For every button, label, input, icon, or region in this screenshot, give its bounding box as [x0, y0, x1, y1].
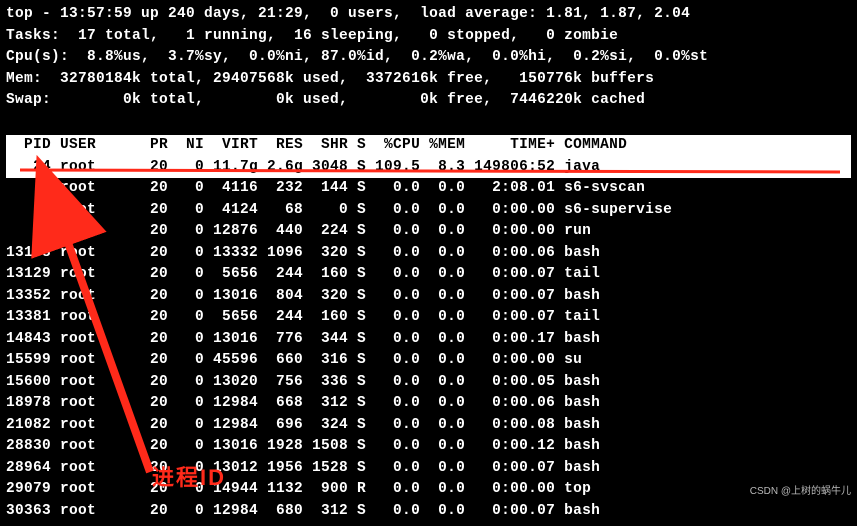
mem-summary-line: Mem: 32780184k total, 29407568k used, 33… [6, 69, 851, 91]
process-row: 28964 root 20 0 13012 1956 1528 S 0.0 0.… [6, 458, 851, 480]
process-row: 21082 root 20 0 12984 696 324 S 0.0 0.0 … [6, 415, 851, 437]
watermark: CSDN @上树的蜗牛儿 [750, 482, 851, 497]
process-row: 15600 root 20 0 13020 756 336 S 0.0 0.0 … [6, 372, 851, 394]
annotation-label: 进程ID [152, 460, 226, 492]
terminal-output: top - 13:57:59 up 240 days, 21:29, 0 use… [0, 0, 857, 526]
process-row: 29079 root 20 0 14944 1132 900 R 0.0 0.0… [6, 479, 851, 501]
process-row: 13352 root 20 0 13016 804 320 S 0.0 0.0 … [6, 286, 851, 308]
blank-line [6, 112, 851, 134]
process-row: 1 root 20 0 4116 232 144 S 0.0 0.0 2:08.… [6, 178, 851, 200]
cpu-summary-line: Cpu(s): 8.8%us, 3.7%sy, 0.0%ni, 87.0%id,… [6, 47, 851, 69]
process-row: 30363 root 20 0 12984 680 312 S 0.0 0.0 … [6, 501, 851, 523]
top-summary-line: top - 13:57:59 up 240 days, 21:29, 0 use… [6, 4, 851, 26]
process-row: 13108 root 20 0 13332 1096 320 S 0.0 0.0… [6, 243, 851, 265]
process-row: 8 root 20 0 4124 68 0 S 0.0 0.0 0:00.00 … [6, 200, 851, 222]
process-table-header: PID USER PR NI VIRT RES SHR S %CPU %MEM … [6, 135, 851, 157]
process-row: 24 root 20 0 11.7g 2.6g 3048 S 109.5 8.3… [6, 157, 851, 179]
process-row: 28830 root 20 0 13016 1928 1508 S 0.0 0.… [6, 436, 851, 458]
process-row: 15599 root 20 0 45596 660 316 S 0.0 0.0 … [6, 350, 851, 372]
process-row: 14843 root 20 0 13016 776 344 S 0.0 0.0 … [6, 329, 851, 351]
tasks-summary-line: Tasks: 17 total, 1 running, 16 sleeping,… [6, 26, 851, 48]
swap-summary-line: Swap: 0k total, 0k used, 0k free, 744622… [6, 90, 851, 112]
process-table: 24 root 20 0 11.7g 2.6g 3048 S 109.5 8.3… [6, 157, 851, 523]
process-row: 9 root 20 0 12876 440 224 S 0.0 0.0 0:00… [6, 221, 851, 243]
process-row: 18978 root 20 0 12984 668 312 S 0.0 0.0 … [6, 393, 851, 415]
process-row: 13381 root 20 0 5656 244 160 S 0.0 0.0 0… [6, 307, 851, 329]
process-row: 13129 root 20 0 5656 244 160 S 0.0 0.0 0… [6, 264, 851, 286]
